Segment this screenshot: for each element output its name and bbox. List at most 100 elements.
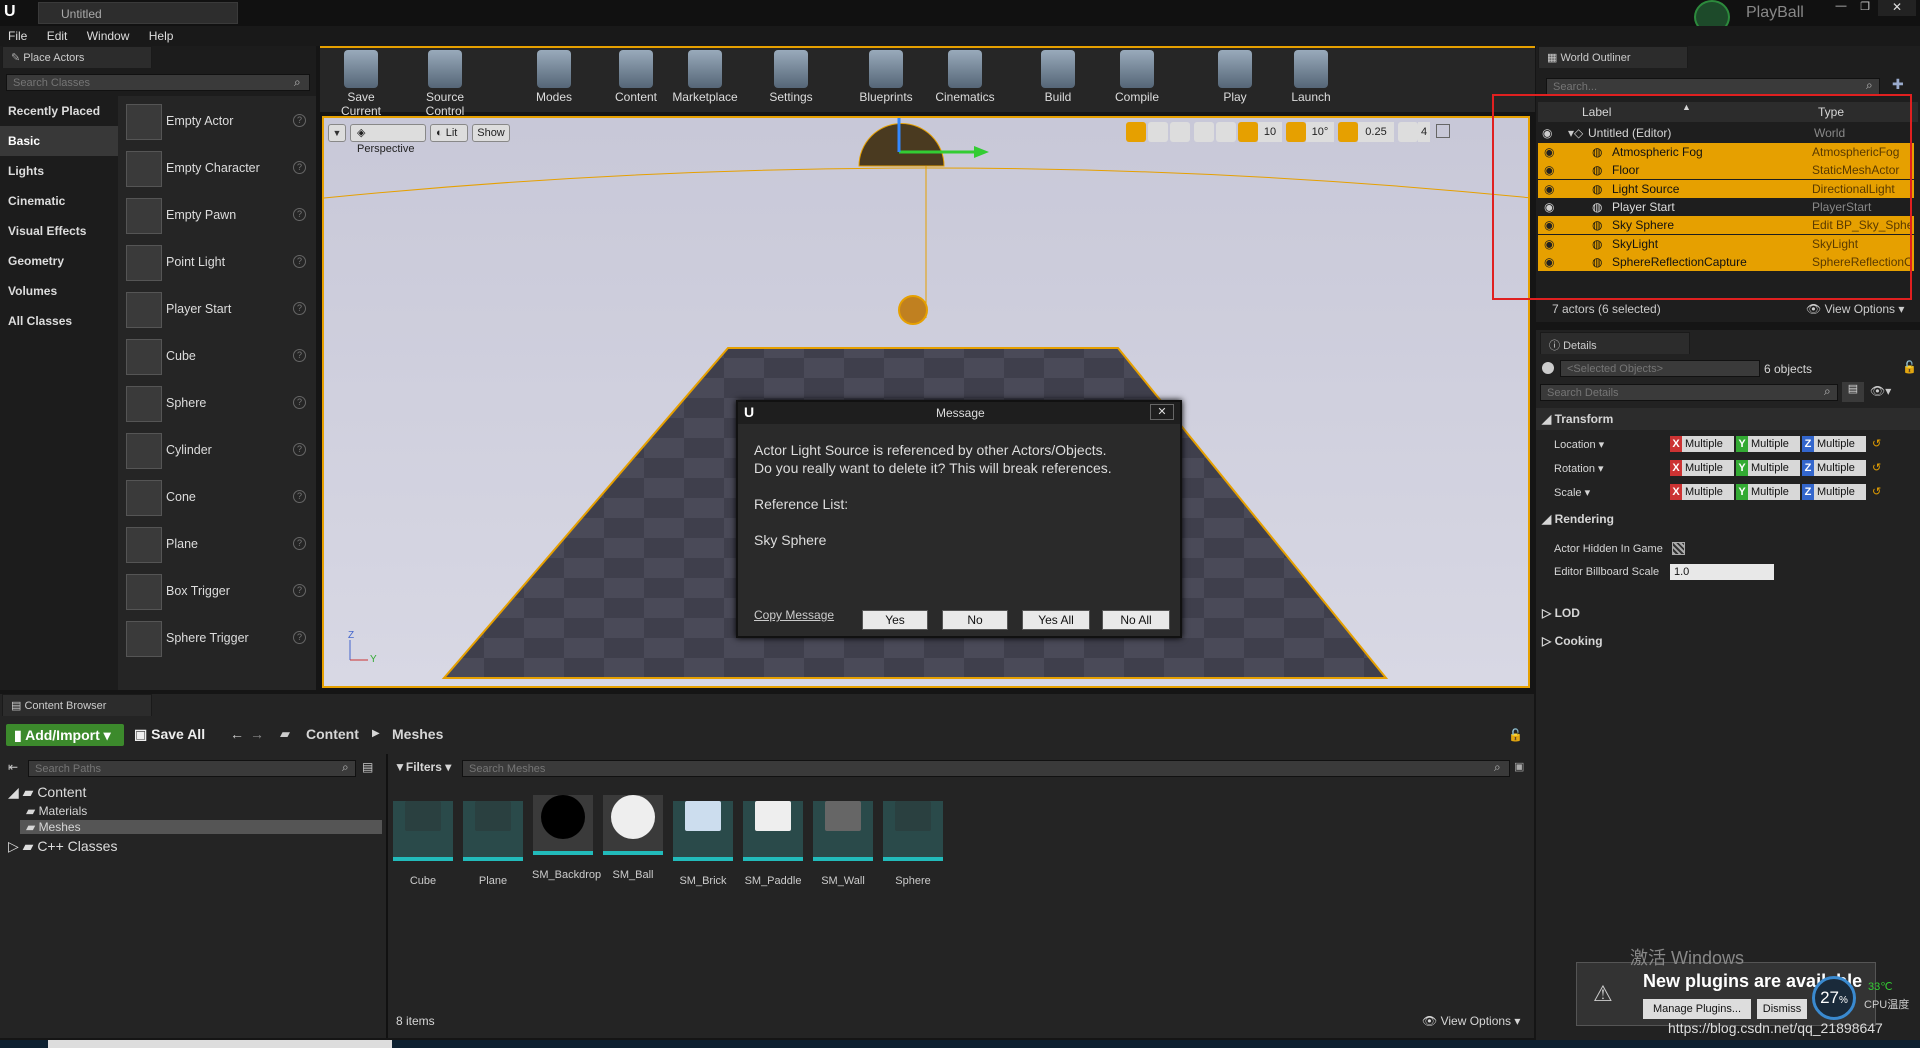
dismiss-button[interactable]: Dismiss xyxy=(1757,999,1807,1019)
yes-all-button[interactable]: Yes All xyxy=(1022,610,1090,630)
collapse-sources-icon[interactable]: ⇤ xyxy=(8,760,18,774)
yes-button[interactable]: Yes xyxy=(862,610,928,630)
menu-edit[interactable]: Edit xyxy=(39,26,76,43)
maximize-viewport-icon[interactable] xyxy=(1436,124,1450,138)
maximize-button[interactable]: ❐ xyxy=(1854,0,1876,16)
rendering-section[interactable]: ◢ Rendering xyxy=(1536,508,1920,530)
rotation-y-field[interactable]: Y Multiple xyxy=(1736,460,1800,476)
toolbar-button-content[interactable]: Content xyxy=(601,50,671,104)
toolbar-button-compile[interactable]: Compile xyxy=(1102,50,1172,104)
show-button[interactable]: Show xyxy=(472,124,510,142)
reset-to-default-icon[interactable]: ↺ xyxy=(1872,485,1881,498)
scale-tool-icon[interactable] xyxy=(1170,122,1190,142)
billboard-scale-input[interactable]: 1.0 xyxy=(1670,564,1774,580)
grid-snap-icon[interactable] xyxy=(1238,122,1258,142)
toolbar-button-modes[interactable]: Modes xyxy=(519,50,589,104)
rotation-snap-value[interactable]: 10° xyxy=(1306,122,1334,142)
copy-message-link[interactable]: Copy Message xyxy=(754,608,834,622)
actor-item[interactable]: Empty Pawn? xyxy=(122,194,310,238)
cooking-section[interactable]: ▷ Cooking xyxy=(1536,630,1920,652)
details-tab[interactable]: ⓘ Details xyxy=(1540,332,1690,354)
perspective-button[interactable]: ◈ Perspective xyxy=(350,124,426,155)
category-geometry[interactable]: Geometry xyxy=(0,246,118,276)
toolbar-button-blueprints[interactable]: Blueprints xyxy=(851,50,921,104)
actor-hidden-checkbox[interactable] xyxy=(1672,542,1685,555)
actor-item[interactable]: Point Light? xyxy=(122,241,310,285)
location-x-field[interactable]: X Multiple xyxy=(1670,436,1734,452)
outliner-search-input[interactable] xyxy=(1546,78,1880,95)
scale-z-field[interactable]: Z Multiple xyxy=(1802,484,1866,500)
content-browser-tab[interactable]: ▤ Content Browser xyxy=(2,694,152,716)
actor-item[interactable]: Player Start? xyxy=(122,288,310,332)
help-icon[interactable]: ? xyxy=(293,255,306,268)
reset-to-default-icon[interactable]: ↺ xyxy=(1872,461,1881,474)
toolbar-button-launch[interactable]: Launch xyxy=(1276,50,1346,104)
help-icon[interactable]: ? xyxy=(293,208,306,221)
breadcrumb-meshes[interactable]: Meshes xyxy=(392,726,443,742)
help-icon[interactable]: ? xyxy=(293,349,306,362)
search-meshes-input[interactable] xyxy=(462,760,1510,777)
tree-meshes[interactable]: ▰ Meshes xyxy=(20,820,382,834)
asset-tile[interactable]: Sphere xyxy=(882,787,944,887)
asset-tile[interactable]: SM_Paddle xyxy=(742,787,804,887)
help-icon[interactable]: ? xyxy=(293,161,306,174)
help-icon[interactable]: ? xyxy=(293,584,306,597)
tree-cpp-classes[interactable]: ▷ ▰ C++ Classes xyxy=(8,838,117,855)
actor-item[interactable]: Cube? xyxy=(122,335,310,379)
asset-tile[interactable]: Plane xyxy=(462,787,524,887)
menu-help[interactable]: Help xyxy=(141,26,182,43)
toolbar-button-source-control[interactable]: Source Control xyxy=(410,50,480,118)
world-local-icon[interactable] xyxy=(1194,122,1214,142)
document-tab[interactable]: Untitled xyxy=(38,2,238,24)
asset-tile[interactable]: SM_Brick xyxy=(672,787,734,887)
help-icon[interactable]: ? xyxy=(293,114,306,127)
tree-root[interactable]: ◢ ▰ Content xyxy=(8,784,86,801)
menu-window[interactable]: Window xyxy=(79,26,138,43)
search-paths-input[interactable] xyxy=(28,760,356,777)
filters-button[interactable]: ▼Filters ▾ xyxy=(394,760,451,774)
help-icon[interactable]: ? xyxy=(293,396,306,409)
tree-materials[interactable]: ▰ Materials xyxy=(26,804,382,818)
manage-plugins-button[interactable]: Manage Plugins... xyxy=(1643,999,1751,1019)
help-icon[interactable]: ? xyxy=(293,631,306,644)
scale-y-field[interactable]: Y Multiple xyxy=(1736,484,1800,500)
category-cinematic[interactable]: Cinematic xyxy=(0,186,118,216)
dialog-close-button[interactable]: ✕ xyxy=(1150,404,1174,420)
scale-snap-value[interactable]: 0.25 xyxy=(1358,122,1394,142)
toolbar-button-play[interactable]: Play xyxy=(1200,50,1270,104)
category-lights[interactable]: Lights xyxy=(0,156,118,186)
world-outliner-tab[interactable]: ▦ World Outliner xyxy=(1538,46,1688,68)
location-z-field[interactable]: Z Multiple xyxy=(1802,436,1866,452)
actor-item[interactable]: Empty Actor? xyxy=(122,100,310,144)
add-import-button[interactable]: ▮ Add/Import ▾ xyxy=(6,724,124,746)
camera-speed-value[interactable]: 4 xyxy=(1418,122,1430,142)
save-search-icon[interactable]: ▣ xyxy=(1514,760,1524,773)
actor-item[interactable]: Box Trigger? xyxy=(122,570,310,614)
sources-splitter[interactable] xyxy=(386,754,388,1038)
place-actors-tab[interactable]: ✎ Place Actors xyxy=(2,46,152,68)
toolbar-button-marketplace[interactable]: Marketplace xyxy=(670,50,740,104)
back-arrow-icon[interactable]: ← xyxy=(230,726,244,742)
translate-tool-icon[interactable] xyxy=(1126,122,1146,142)
rotate-tool-icon[interactable] xyxy=(1148,122,1168,142)
search-classes-input[interactable] xyxy=(6,74,310,91)
camera-speed-icon[interactable] xyxy=(1398,122,1418,142)
menu-file[interactable]: File xyxy=(0,26,35,43)
asset-tile[interactable]: Cube xyxy=(392,787,454,887)
category-recently-placed[interactable]: Recently Placed xyxy=(0,96,118,126)
toolbar-button-settings[interactable]: Settings xyxy=(756,50,826,104)
lock-icon[interactable]: 🔓 xyxy=(1902,360,1917,374)
lock-path-icon[interactable]: 🔓 xyxy=(1508,728,1523,742)
help-icon[interactable]: ? xyxy=(293,302,306,315)
close-button[interactable]: ✕ xyxy=(1878,0,1916,16)
actor-item[interactable]: Empty Character? xyxy=(122,147,310,191)
minimize-button[interactable]: — xyxy=(1830,0,1852,16)
actor-item[interactable]: Sphere? xyxy=(122,382,310,426)
path-view-options-icon[interactable]: ▤ xyxy=(362,760,373,774)
no-all-button[interactable]: No All xyxy=(1102,610,1170,630)
category-basic[interactable]: Basic xyxy=(0,126,118,156)
save-all-button[interactable]: ▣ Save All xyxy=(134,726,205,743)
asset-tile[interactable]: SM_Backdrop xyxy=(532,787,601,881)
transform-section[interactable]: ◢ Transform xyxy=(1536,408,1920,430)
toolbar-button-cinematics[interactable]: Cinematics xyxy=(930,50,1000,104)
